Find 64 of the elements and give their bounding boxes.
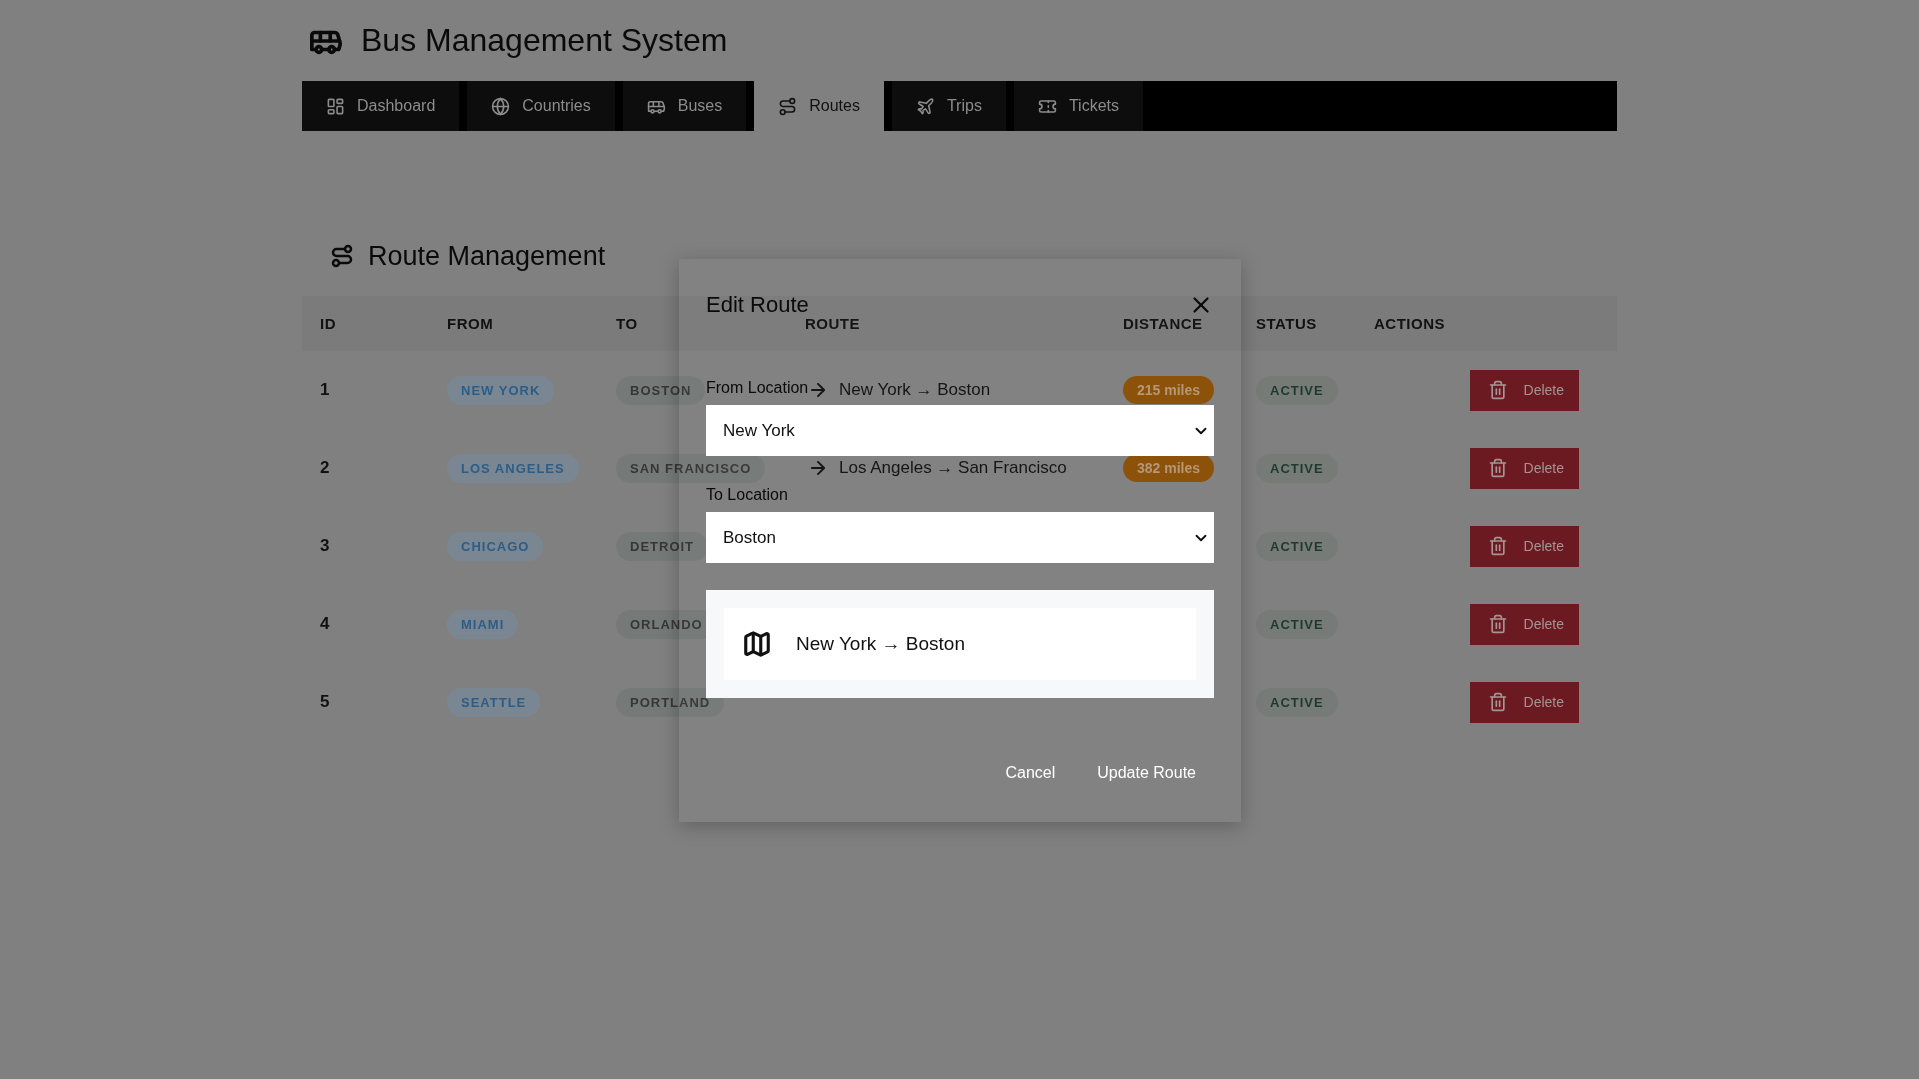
plane-icon (915, 96, 935, 116)
arrow-icon (811, 461, 825, 475)
nav-tab[interactable]: Tickets (1013, 81, 1143, 131)
distance-badge: 382 miles (1123, 454, 1215, 482)
id-cell-text: 4 (320, 614, 331, 634)
id-cell-text: 2 (320, 458, 331, 478)
app-title: Bus Management System (361, 22, 728, 59)
nav-tab[interactable]: Trips (891, 81, 1006, 131)
status-badge: ACTIVE (1256, 453, 1338, 483)
field-label: From Location (706, 379, 809, 397)
column-header: DISTANCE (1123, 315, 1204, 332)
distance-badge: 215 miles (1123, 376, 1215, 404)
column-header: ACTIONS (1374, 315, 1446, 332)
to-badge: PORTLAND (616, 687, 725, 717)
to-badge: BOSTON (616, 375, 706, 405)
id-cell-text: 3 (320, 536, 331, 556)
to-badge: DETROIT (616, 531, 709, 561)
status-badge: ACTIVE (1256, 531, 1338, 561)
arrow-icon (811, 383, 825, 397)
route-preview-text: New York → Boston (796, 633, 965, 655)
route-text: New York → Boston (839, 380, 991, 400)
dialog-button[interactable]: Update Route (1079, 756, 1214, 790)
globe-icon (491, 96, 511, 116)
id-cell-text: 1 (320, 380, 331, 400)
status-badge: ACTIVE (1256, 375, 1338, 405)
nav-tab[interactable]: Countries (467, 81, 615, 131)
trash-icon (1487, 692, 1508, 712)
column-header: TO (616, 315, 639, 332)
from-badge: SEATTLE (447, 687, 541, 717)
column-header: ROUTE (805, 315, 861, 332)
trash-icon (1487, 380, 1508, 400)
from-badge: NEW YORK (447, 375, 555, 405)
column-header: FROM (447, 315, 495, 332)
from-badge: CHICAGO (447, 531, 544, 561)
delete-button[interactable]: Delete (1469, 681, 1579, 723)
delete-button[interactable]: Delete (1469, 603, 1579, 645)
dialog-button[interactable]: Cancel (987, 756, 1074, 790)
nav-tab[interactable]: Buses (622, 81, 747, 131)
delete-button[interactable]: Delete (1469, 525, 1579, 567)
route-icon (778, 96, 798, 116)
trash-icon (1487, 536, 1508, 556)
dialog-title: Edit Route (706, 292, 809, 318)
id-cell-text: 5 (320, 692, 331, 712)
column-header: STATUS (1256, 315, 1318, 332)
delete-button[interactable]: Delete (1469, 447, 1579, 489)
trash-icon (1487, 614, 1508, 634)
location-select[interactable]: New York (706, 405, 1214, 456)
trash-icon (1487, 458, 1508, 478)
location-select[interactable]: Boston (706, 512, 1214, 563)
field-label: To Location (706, 486, 788, 504)
route-icon (330, 244, 354, 268)
map-icon (742, 629, 772, 659)
dashboard-icon (326, 96, 345, 116)
from-badge: MIAMI (447, 609, 519, 639)
delete-button[interactable]: Delete (1469, 369, 1579, 411)
section-title: Route Management (368, 240, 606, 272)
nav-tab[interactable]: Dashboard (302, 81, 460, 131)
to-badge: SAN FRANCISCO (616, 453, 766, 483)
route-text: Los Angeles → San Francisco (839, 458, 1067, 478)
status-badge: ACTIVE (1256, 609, 1338, 639)
status-badge: ACTIVE (1256, 687, 1338, 717)
column-header: ID (320, 315, 337, 332)
nav-tab[interactable]: Routes (754, 81, 884, 131)
from-badge: LOS ANGELES (447, 453, 579, 483)
